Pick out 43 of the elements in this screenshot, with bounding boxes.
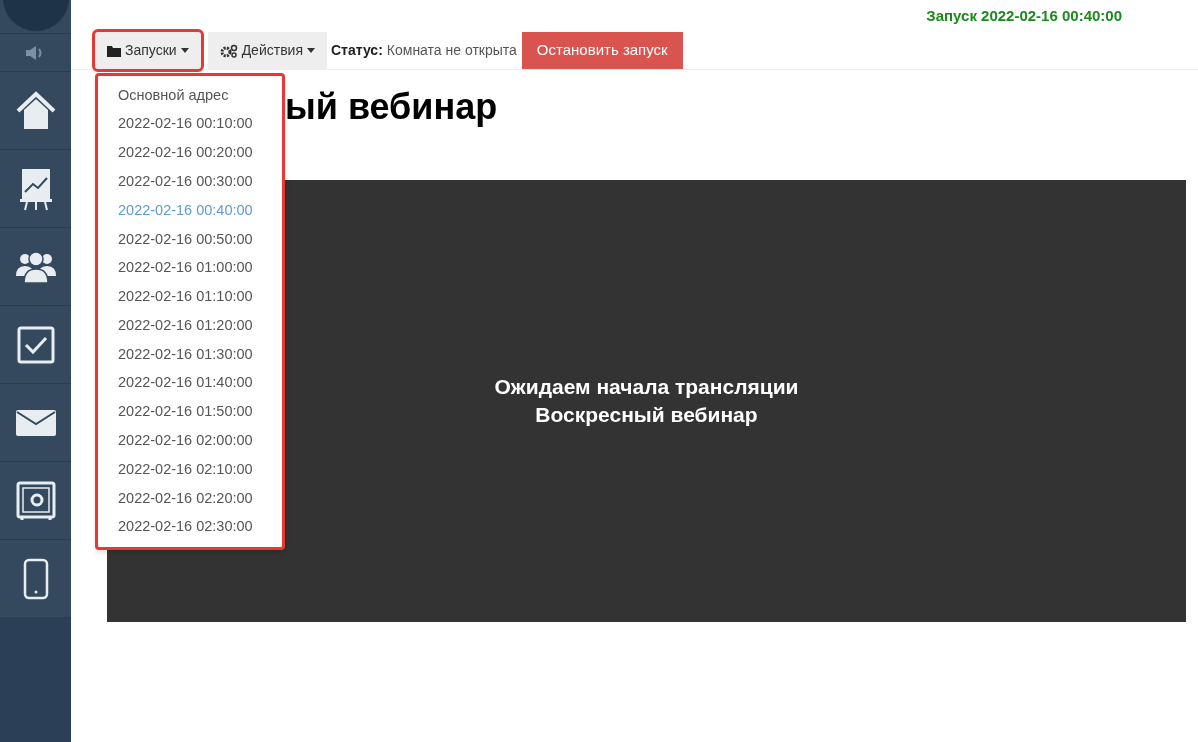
sidebar-item[interactable] [0,149,71,227]
caret-icon [180,48,189,53]
menu-item[interactable]: 2022-02-16 02:00:00 [98,426,282,456]
chart-board-icon [18,166,53,211]
stop-launch-button[interactable]: Остановить запуск [521,32,683,69]
menu-item[interactable]: 2022-02-16 02:10:00 [98,455,282,485]
menu-item[interactable]: 2022-02-16 00:50:00 [98,225,282,254]
status-value: Комната не открыта [386,41,517,60]
menu-item[interactable]: 2022-02-16 01:50:00 [98,397,282,427]
page-title: ый вебинар [285,86,498,127]
safe-icon [15,480,56,521]
menu-item[interactable]: 2022-02-16 00:20:00 [98,138,282,168]
menu-item[interactable]: 2022-02-16 02:30:00 [98,512,282,542]
actions-dropdown-button[interactable]: Действия [207,32,327,69]
status-label: Статус: [330,41,383,60]
menu-item[interactable]: Основной адрес [98,81,282,110]
gears-icon [219,43,238,58]
sidebar-item[interactable] [0,227,71,305]
menu-item[interactable]: 2022-02-16 01:10:00 [98,282,282,312]
caret-icon [306,48,315,53]
folder-icon [107,44,121,57]
launches-dropdown-button[interactable]: Запуски [95,32,201,69]
sidebar-item[interactable] [0,461,71,539]
menu-item[interactable]: 2022-02-16 02:20:00 [98,484,282,513]
menu-item[interactable]: 2022-02-16 00:10:00 [98,109,282,139]
users-icon [14,249,57,284]
player-message: Воскресный вебинар [535,402,758,428]
menu-item[interactable]: 2022-02-16 01:20:00 [98,311,282,341]
sidebar-item[interactable] [0,33,71,71]
menu-item[interactable]: 2022-02-16 01:00:00 [98,253,282,283]
menu-item[interactable]: 2022-02-16 01:40:00 [98,368,282,398]
menu-item[interactable]: 2022-02-16 00:30:00 [98,167,282,197]
sidebar-item[interactable] [0,539,71,617]
sidebar-item[interactable] [0,71,71,149]
launch-info: Запуск 2022-02-16 00:40:00 [926,6,1122,26]
checkbox-icon [16,325,55,364]
phone-icon [22,557,49,600]
home-icon [14,90,57,131]
sidebar-item[interactable] [0,383,71,461]
menu-item[interactable]: 2022-02-16 01:30:00 [98,340,282,369]
player-message: Ожидаем начала трансляции [494,374,799,400]
mail-icon [15,409,56,436]
sidebar-item[interactable] [0,305,71,383]
